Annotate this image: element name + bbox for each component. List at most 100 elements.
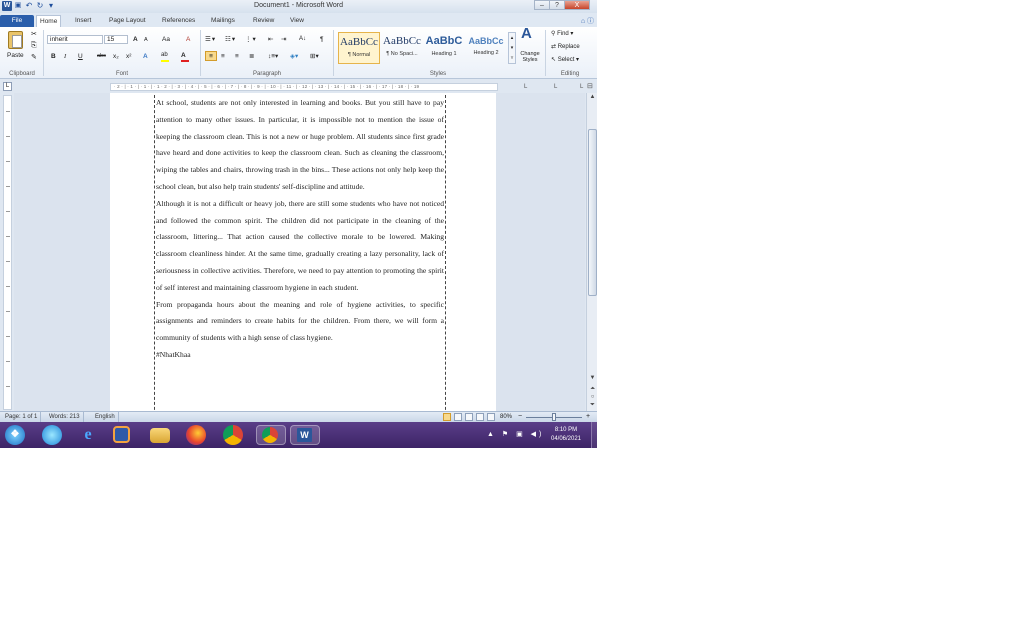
start-button-icon[interactable]: ❖: [5, 425, 25, 445]
increase-indent-button[interactable]: ⇥: [281, 35, 286, 44]
full-screen-view-button[interactable]: [454, 413, 462, 421]
tab-home[interactable]: Home: [36, 15, 62, 27]
document-body[interactable]: At school, students are not only interes…: [155, 95, 445, 364]
underline-button[interactable]: U: [78, 52, 83, 61]
draft-view-button[interactable]: [487, 413, 495, 421]
align-left-button[interactable]: ≡: [205, 51, 217, 61]
help-icon[interactable]: ⌂ ⓘ: [581, 16, 594, 26]
font-size-box[interactable]: 15: [104, 35, 128, 44]
style-heading-1-name: Heading 1: [431, 51, 457, 57]
cut-icon[interactable]: ✂: [31, 30, 37, 39]
hashtag-line[interactable]: #NhatKhaa: [156, 347, 444, 364]
text-effects-button[interactable]: A: [143, 52, 148, 61]
select-button[interactable]: ↖ Select ▾: [551, 56, 579, 65]
zoom-out-button[interactable]: −: [518, 412, 522, 422]
minimize-button[interactable]: –: [534, 0, 550, 10]
font-name-box[interactable]: inherit: [47, 35, 103, 44]
shading-button[interactable]: ◈▾: [290, 52, 298, 61]
tab-review[interactable]: Review: [250, 15, 277, 27]
grow-font-button[interactable]: A: [133, 35, 138, 44]
view-ruler-icon[interactable]: ⊟: [587, 82, 593, 91]
chrome-icon[interactable]: [223, 425, 243, 445]
justify-button[interactable]: ≣: [249, 52, 254, 61]
internet-explorer-icon[interactable]: e: [78, 425, 98, 445]
change-styles-icon[interactable]: A: [521, 26, 532, 41]
ruler-tick: [6, 136, 10, 137]
scroll-down-icon[interactable]: ▼: [588, 374, 597, 383]
text-frame[interactable]: At school, students are not only interes…: [154, 95, 446, 411]
strikethrough-button[interactable]: abc: [97, 52, 106, 61]
shrink-font-button[interactable]: A: [144, 36, 148, 45]
word-count[interactable]: Words: 213: [46, 412, 84, 422]
web-layout-view-button[interactable]: [465, 413, 473, 421]
system-tray[interactable]: ▲ ⚑ ▣ ◀): [487, 430, 544, 438]
zoom-level[interactable]: 80%: [500, 412, 512, 422]
decrease-indent-button[interactable]: ⇤: [268, 35, 273, 44]
outline-view-button[interactable]: [476, 413, 484, 421]
bold-button[interactable]: B: [51, 52, 56, 61]
word-taskbar-button[interactable]: W: [290, 425, 320, 445]
browser-globe-icon[interactable]: [42, 425, 62, 445]
bullets-button[interactable]: ☰▾: [205, 35, 216, 44]
zoom-in-button[interactable]: +: [586, 412, 590, 422]
style-no-spacing-sample: AaBbCc: [383, 35, 421, 47]
chrome-profile-icon[interactable]: [256, 425, 286, 445]
borders-button[interactable]: ⊞▾: [310, 52, 319, 61]
page-count[interactable]: Page: 1 of 1: [2, 412, 42, 422]
superscript-button[interactable]: x²: [126, 52, 131, 61]
media-player-icon[interactable]: [113, 426, 130, 443]
paragraph-2[interactable]: Although it is not a difficult or heavy …: [156, 196, 444, 297]
clock[interactable]: 8:10 PM 04/06/2021: [540, 426, 592, 444]
show-desktop-button[interactable]: [591, 422, 597, 448]
change-case-button[interactable]: Aa: [162, 35, 170, 44]
file-explorer-icon[interactable]: [150, 428, 170, 443]
find-button[interactable]: ⚲ Find ▾: [551, 30, 573, 39]
format-painter-icon[interactable]: ✎: [31, 53, 37, 62]
align-right-button[interactable]: ≡: [235, 52, 239, 61]
firefox-icon[interactable]: [186, 425, 206, 445]
tab-mailings[interactable]: Mailings: [208, 15, 238, 27]
tab-insert[interactable]: Insert: [72, 15, 94, 27]
style-no-spacing[interactable]: AaBbCc ¶ No Spaci...: [381, 32, 423, 64]
scroll-up-icon[interactable]: ▲: [588, 93, 597, 102]
sort-button[interactable]: A↓: [299, 35, 306, 44]
numbering-button[interactable]: ☷▾: [225, 35, 236, 44]
show-marks-button[interactable]: ¶: [320, 35, 324, 44]
ruler-scale[interactable]: · 2 · | · 1 · | · 1 · | · 1 · 2 · | · 3 …: [110, 83, 498, 91]
tab-page-layout[interactable]: Page Layout: [106, 15, 149, 27]
style-normal[interactable]: AaBbCc ¶ Normal: [338, 32, 380, 64]
subscript-button[interactable]: x₂: [113, 52, 119, 61]
style-heading-1[interactable]: AaBbC Heading 1: [423, 32, 465, 64]
font-color-button[interactable]: A: [181, 51, 189, 62]
paste-button[interactable]: Paste: [7, 51, 24, 60]
tab-view[interactable]: View: [287, 15, 307, 27]
styles-more-button[interactable]: ▴ ▾ ▿: [508, 32, 516, 64]
clear-formatting-button[interactable]: A: [186, 35, 190, 44]
document-page[interactable]: At school, students are not only interes…: [110, 93, 496, 411]
maximize-button[interactable]: ?: [549, 0, 565, 10]
tab-file[interactable]: File: [0, 15, 34, 27]
italic-button[interactable]: I: [64, 52, 66, 61]
scroll-thumb[interactable]: [588, 129, 597, 296]
next-page-icon[interactable]: ⏷: [588, 401, 597, 410]
style-heading-2[interactable]: AaBbCc Heading 2: [465, 32, 507, 64]
language-indicator[interactable]: English: [92, 412, 119, 422]
vertical-scrollbar[interactable]: ▲ ▼ ⏶ ○ ⏷: [586, 93, 597, 411]
print-layout-view-button[interactable]: [443, 413, 451, 421]
copy-icon[interactable]: ⎘: [31, 41, 37, 50]
change-styles-button[interactable]: Change Styles: [518, 51, 542, 63]
zoom-slider-handle[interactable]: [552, 413, 556, 421]
paragraph-3[interactable]: From propaganda hours about the meaning …: [156, 297, 444, 347]
tab-references[interactable]: References: [159, 15, 198, 27]
tab-selector[interactable]: L: [3, 82, 12, 91]
highlight-button[interactable]: ab: [161, 51, 169, 62]
align-center-button[interactable]: ≡: [221, 52, 225, 61]
multilevel-list-button[interactable]: ⋮▾: [245, 35, 257, 44]
replace-button[interactable]: ⇄ Replace: [551, 43, 580, 52]
style-normal-sample: AaBbCc: [340, 36, 378, 48]
close-button[interactable]: X: [564, 0, 590, 10]
paragraph-1[interactable]: At school, students are not only interes…: [156, 95, 444, 196]
title-bar: W ▣ ↶ ↻ ▾ Document1 - Microsoft Word – ?…: [0, 0, 597, 13]
paste-icon[interactable]: [8, 31, 23, 49]
line-spacing-button[interactable]: ↕≡▾: [268, 52, 278, 61]
